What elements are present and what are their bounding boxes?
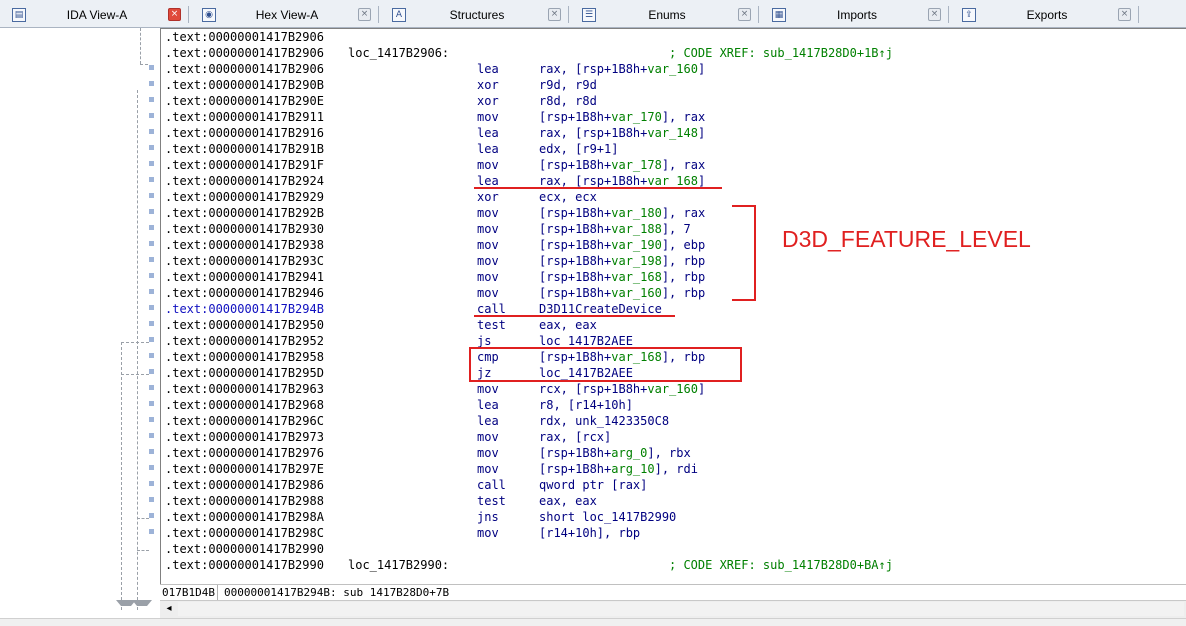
line-dot: [149, 225, 154, 230]
exports-icon: ⇪: [962, 7, 976, 22]
disassembly-view[interactable]: .text:00000001417B2906 .text:00000001417B…: [160, 28, 1186, 584]
window-bottom-edge: [0, 618, 1186, 626]
tab-separator: [758, 6, 759, 23]
line-dot: [149, 113, 154, 118]
scroll-left-icon[interactable]: ◂: [162, 602, 176, 616]
line-dot: [149, 273, 154, 278]
tab-separator: [188, 6, 189, 23]
feature-level-bracket: [732, 205, 756, 301]
flow-line: [121, 342, 122, 610]
hex-view-icon: ◉: [202, 7, 216, 22]
annotation-overlay: [469, 187, 756, 382]
tab-hex-view-a[interactable]: ◉ Hex View-A ×: [190, 4, 379, 25]
status-offset: 017B1D4B: [160, 585, 218, 600]
flow-line: [140, 64, 148, 65]
horizontal-scrollbar[interactable]: ◂: [160, 600, 1186, 618]
line-dot: [149, 497, 154, 502]
tab-enums[interactable]: ☰ Enums ×: [570, 4, 759, 25]
imports-icon: ▦: [772, 7, 786, 22]
line-dot: [149, 337, 154, 342]
enums-icon: ☰: [582, 7, 596, 22]
line-dot: [149, 401, 154, 406]
flow-line: [137, 518, 149, 519]
ida-view-icon: ▤: [12, 7, 26, 22]
line-dot: [149, 209, 154, 214]
d3d-feature-level-annotation: D3D_FEATURE_LEVEL: [782, 226, 1031, 252]
line-dot: [149, 321, 154, 326]
flow-line: [137, 90, 138, 610]
line-dot: [149, 513, 154, 518]
tab-ida-view-a[interactable]: ▤ IDA View-A ×: [0, 4, 189, 25]
line-dot: [149, 529, 154, 534]
line-dot: [149, 129, 154, 134]
tab-label: Enums: [648, 7, 686, 22]
line-dot: [149, 369, 154, 374]
line-dot: [149, 417, 154, 422]
line-dot: [149, 449, 154, 454]
line-dot: [149, 193, 154, 198]
close-icon[interactable]: ×: [548, 8, 561, 21]
line-dot: [149, 481, 154, 486]
line-dot: [149, 353, 154, 358]
close-icon[interactable]: ×: [928, 8, 941, 21]
close-icon[interactable]: ×: [1118, 8, 1131, 21]
flow-gutter: [0, 28, 160, 610]
tab-label: Exports: [1026, 7, 1068, 22]
line-dot: [149, 241, 154, 246]
tab-separator: [948, 6, 949, 23]
tab-imports[interactable]: ▦ Imports ×: [760, 4, 949, 25]
flow-line: [137, 550, 149, 551]
tab-label: IDA View-A: [66, 7, 128, 22]
tab-separator: [568, 6, 569, 23]
line-dot: [149, 161, 154, 166]
line-dot: [149, 385, 154, 390]
tab-label: Hex View-A: [255, 7, 319, 22]
line-dot: [149, 97, 154, 102]
close-icon[interactable]: ×: [168, 8, 181, 21]
tab-separator: [378, 6, 379, 23]
line-dot: [149, 257, 154, 262]
line-dot: [149, 465, 154, 470]
flow-line: [140, 28, 141, 64]
flow-line: [121, 374, 149, 375]
line-dot: [149, 305, 154, 310]
flow-arrowhead-icon: [132, 600, 152, 606]
status-location: 00000001417B294B: sub 1417B28D0+7B: [224, 586, 450, 599]
line-dot: [149, 289, 154, 294]
cmp-jz-highlight-box: [469, 347, 742, 382]
flow-line: [121, 342, 149, 343]
line-dot: [149, 433, 154, 438]
line-dot: [149, 145, 154, 150]
tab-label: Structures: [449, 7, 505, 22]
scroll-track[interactable]: [178, 602, 1184, 616]
tab-exports[interactable]: ⇪ Exports ×: [950, 4, 1139, 25]
structures-icon: A: [392, 7, 406, 22]
line-dot: [149, 177, 154, 182]
close-icon[interactable]: ×: [358, 8, 371, 21]
tab-bar: ▤ IDA View-A × ◉ Hex View-A × A Structures × ☰ Enu…: [0, 0, 1186, 28]
line-dot: [149, 81, 154, 86]
tab-label: Imports: [836, 7, 877, 22]
tab-structures[interactable]: A Structures ×: [380, 4, 569, 25]
status-bar: 017B1D4B 00000001417B294B: sub 1417B28D0…: [160, 584, 1186, 600]
tab-separator: [1138, 6, 1139, 23]
close-icon[interactable]: ×: [738, 8, 751, 21]
line-dot: [149, 65, 154, 70]
